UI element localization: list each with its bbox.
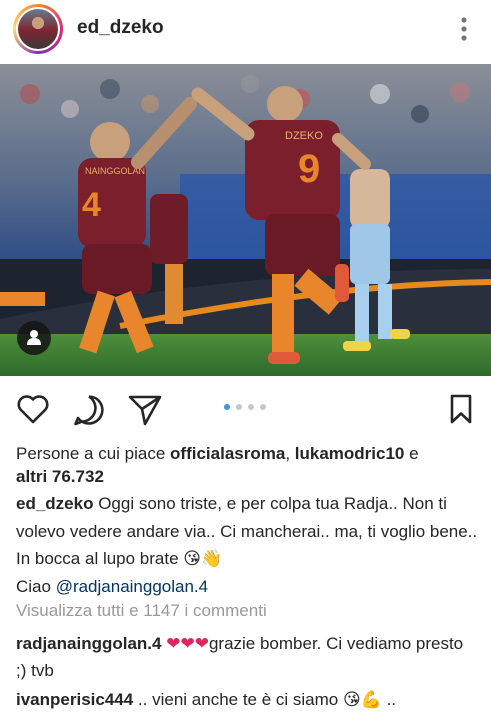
post-header: ed_dzeko xyxy=(0,0,491,64)
more-vertical-icon[interactable] xyxy=(454,16,474,42)
liker-lukamodric10[interactable]: lukamodric10 xyxy=(295,444,405,463)
comment-username[interactable]: ivanperisic444 xyxy=(16,690,133,709)
shirt-name: DZEKO xyxy=(285,130,323,142)
view-all-comments-link[interactable]: Visualizza tutti e 1147 i commenti xyxy=(16,601,267,621)
post-username[interactable]: ed_dzeko xyxy=(77,17,164,39)
comment-hearts: ❤❤❤ xyxy=(166,634,209,653)
avatar[interactable] xyxy=(18,9,58,49)
paper-plane-icon[interactable] xyxy=(127,393,163,427)
heart-outline-icon[interactable] xyxy=(16,393,50,425)
carousel-dot xyxy=(260,404,266,410)
comment-row: radjanainggolan.4 ❤❤❤grazie bomber. Ci v… xyxy=(16,630,478,684)
caption-username[interactable]: ed_dzeko xyxy=(16,494,93,513)
story-ring[interactable] xyxy=(13,4,63,54)
bookmark-icon[interactable] xyxy=(449,393,473,425)
likes-summary: Persone a cui piace officialasroma, luka… xyxy=(16,444,419,486)
caption-mention[interactable]: @radjanainggolan.4 xyxy=(56,577,208,596)
comment-text: .. vieni anche te è ci siamo 😘💪 .. xyxy=(133,690,397,709)
comment-row: ivanperisic444 .. vieni anche te è ci si… xyxy=(16,686,478,713)
liker-officialasroma[interactable]: officialasroma xyxy=(170,444,285,463)
post-photo[interactable]: NAINGGOLAN 4 DZEKO 9 xyxy=(0,64,491,376)
post-caption: ed_dzeko Oggi sono triste, e per colpa t… xyxy=(16,494,478,596)
post-image: NAINGGOLAN 4 DZEKO 9 xyxy=(0,64,491,376)
carousel-dot-active xyxy=(224,404,230,410)
carousel-dot xyxy=(248,404,254,410)
carousel-dot xyxy=(236,404,242,410)
comment-username[interactable]: radjanainggolan.4 xyxy=(16,634,161,653)
user-tag-icon[interactable] xyxy=(17,321,51,355)
shirt-number: 9 xyxy=(298,147,320,191)
likes-count-link[interactable]: altri 76.732 xyxy=(16,467,104,486)
speech-bubble-icon[interactable] xyxy=(72,393,106,427)
likes-prefix: Persone a cui piace xyxy=(16,444,171,463)
teammate-shirt-number: 4 xyxy=(82,186,101,224)
